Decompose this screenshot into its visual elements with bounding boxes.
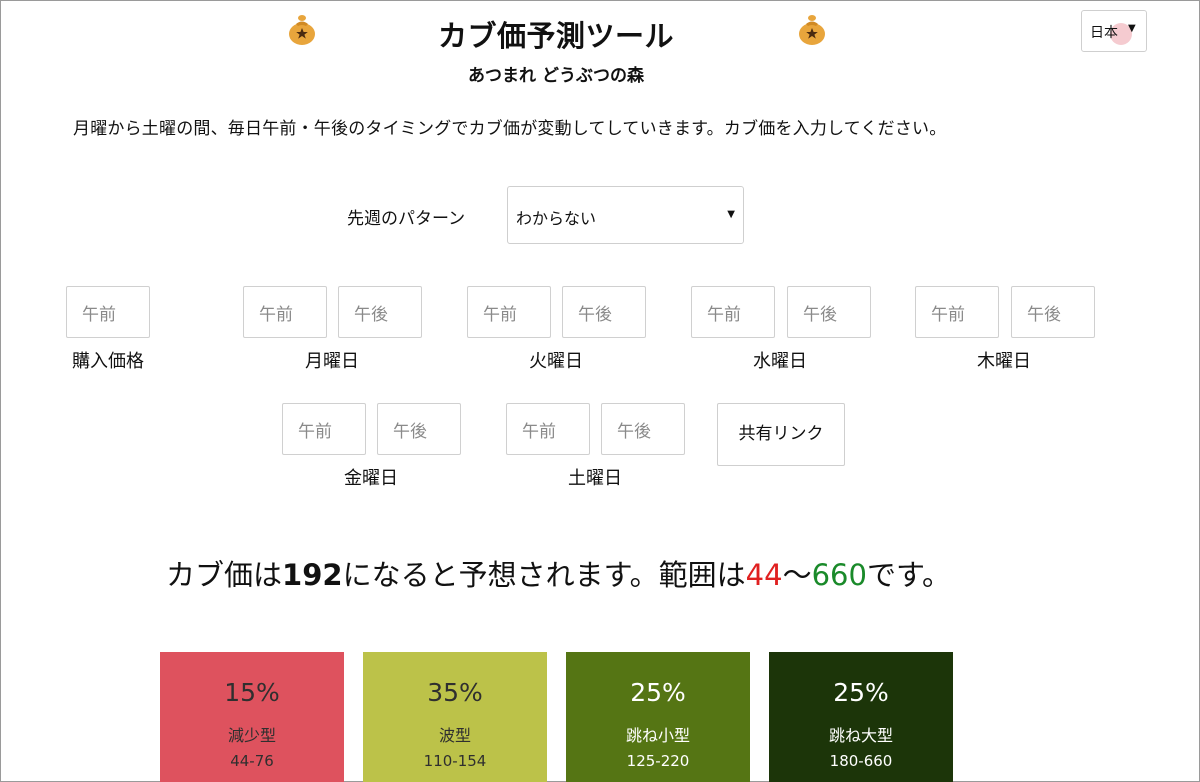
instructions-text: 月曜から土曜の間、毎日午前・午後のタイミングでカブ価が変動してしていきます。カブ…: [73, 119, 947, 139]
tuesday-am-input[interactable]: 午前: [467, 286, 551, 338]
wednesday-label: 水曜日: [753, 351, 807, 372]
pattern-range: 44-76: [230, 752, 274, 770]
forecast-middle: になると予想されます。範囲は: [342, 558, 746, 592]
pattern-name: 跳ね小型: [625, 726, 690, 745]
money-bag-icon: [795, 13, 829, 47]
saturday-pm-input[interactable]: 午後: [601, 403, 685, 455]
purchase-price-input[interactable]: 午前: [66, 286, 150, 338]
pattern-probability: 25%: [833, 678, 889, 707]
monday-pm-input[interactable]: 午後: [338, 286, 422, 338]
pattern-card-fluctuating: 35% 波型 110-154: [363, 652, 547, 782]
friday-pm-input[interactable]: 午後: [377, 403, 461, 455]
pattern-probability: 25%: [630, 678, 686, 707]
thursday-am-input[interactable]: 午前: [915, 286, 999, 338]
pattern-probability: 35%: [427, 678, 483, 707]
wednesday-pm-input[interactable]: 午後: [787, 286, 871, 338]
min-price: 44: [745, 558, 783, 592]
forecast-summary: カブ価は192になると予想されます。範囲は44～660です。: [166, 552, 951, 594]
pattern-range: 125-220: [626, 752, 690, 770]
pattern-probability: 15%: [224, 678, 280, 707]
language-select[interactable]: 日本 ▼: [1081, 10, 1147, 52]
pattern-name: 波型: [438, 726, 471, 745]
max-price: 660: [811, 558, 867, 592]
share-link-button[interactable]: 共有リンク: [717, 403, 845, 466]
language-select-value: 日本: [1090, 25, 1118, 41]
monday-label: 月曜日: [305, 351, 359, 372]
pattern-select-value: わからない: [516, 209, 597, 228]
pattern-name: 減少型: [227, 726, 276, 745]
tuesday-label: 火曜日: [529, 351, 583, 372]
page-title: カブ価予測ツール: [437, 19, 674, 53]
caret-down-icon: ▼: [727, 209, 735, 220]
pattern-select[interactable]: わからない ▼: [507, 186, 744, 244]
thursday-pm-input[interactable]: 午後: [1011, 286, 1095, 338]
page-subtitle: あつまれ どうぶつの森: [468, 66, 644, 86]
pattern-card-small-spike: 25% 跳ね小型 125-220: [566, 652, 750, 782]
monday-am-input[interactable]: 午前: [243, 286, 327, 338]
friday-label: 金曜日: [344, 468, 398, 489]
pattern-card-large-spike: 25% 跳ね大型 180-660: [769, 652, 953, 782]
caret-down-icon: ▼: [1128, 23, 1136, 34]
range-separator: ～: [782, 558, 812, 592]
saturday-label: 土曜日: [568, 468, 622, 489]
purchase-price-label: 購入価格: [72, 351, 144, 372]
tuesday-pm-input[interactable]: 午後: [562, 286, 646, 338]
predicted-price: 192: [282, 558, 343, 592]
forecast-suffix: です。: [866, 558, 952, 592]
pattern-label: 先週のパターン: [347, 209, 466, 229]
friday-am-input[interactable]: 午前: [282, 403, 366, 455]
pattern-card-decreasing: 15% 減少型 44-76: [160, 652, 344, 782]
pattern-range: 110-154: [423, 752, 487, 770]
thursday-label: 木曜日: [977, 351, 1031, 372]
forecast-prefix: カブ価は: [166, 558, 283, 592]
saturday-am-input[interactable]: 午前: [506, 403, 590, 455]
pattern-name: 跳ね大型: [828, 726, 893, 745]
page-header: カブ価予測ツール あつまれ どうぶつの森 日本 ▼: [1, 1, 1200, 91]
pattern-range: 180-660: [829, 752, 893, 770]
wednesday-am-input[interactable]: 午前: [691, 286, 775, 338]
